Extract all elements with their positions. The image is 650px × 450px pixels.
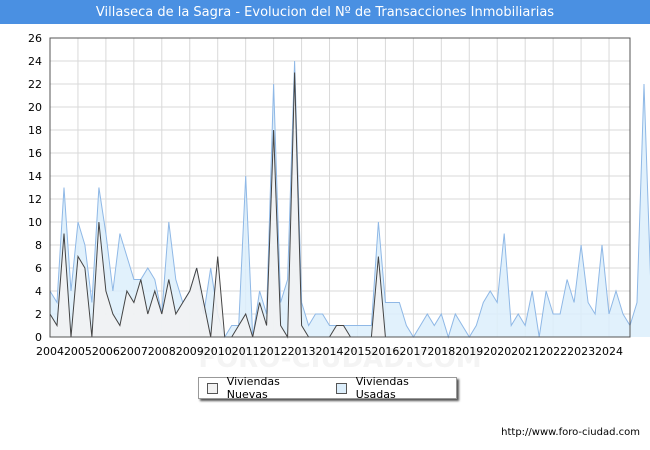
y-tick-label: 16 [28,147,42,160]
x-tick-label: 2006 [92,345,120,358]
x-tick-label: 2004 [36,345,64,358]
legend-swatch-nuevas [207,382,218,394]
y-tick-label: 2 [35,308,42,321]
footer-url: http://www.foro-ciudad.com [501,427,640,438]
legend-item-usadas: Viviendas Usadas [335,375,450,401]
x-tick-label: 2024 [595,345,623,358]
x-tick-label: 2011 [232,345,260,358]
legend-label-usadas: Viviendas Usadas [355,375,409,401]
x-tick-label: 2019 [455,345,483,358]
x-tick-label: 2015 [343,345,371,358]
x-tick-label: 2016 [371,345,399,358]
x-tick-label: 2023 [567,345,595,358]
y-tick-label: 4 [35,285,42,298]
x-tick-label: 2013 [288,345,316,358]
y-tick-label: 14 [28,170,42,183]
y-tick-label: 6 [35,262,42,275]
x-tick-label: 2008 [148,345,176,358]
legend-swatch-usadas [335,382,347,394]
y-tick-label: 20 [28,101,42,114]
y-tick-label: 8 [35,239,42,252]
y-tick-label: 12 [28,193,42,206]
x-tick-label: 2022 [539,345,567,358]
y-tick-label: 18 [28,124,42,137]
chart-frame: Villaseca de la Sagra - Evolucion del Nº… [0,0,650,450]
y-tick-label: 10 [28,216,42,229]
legend-label-nuevas: Viviendas Nuevas [226,375,280,401]
x-tick-label: 2005 [64,345,92,358]
x-tick-label: 2021 [511,345,539,358]
x-tick-label: 2009 [176,345,204,358]
x-tick-label: 2020 [483,345,511,358]
x-tick-label: 2007 [120,345,148,358]
legend: Viviendas Nuevas Viviendas Usadas [198,375,457,401]
x-tick-label: 2017 [399,345,427,358]
y-tick-label: 26 [28,32,42,45]
y-tick-label: 24 [28,55,42,68]
x-tick-label: 2014 [316,345,344,358]
x-tick-label: 2010 [204,345,232,358]
x-tick-label: 2012 [260,345,288,358]
y-tick-label: 0 [35,331,42,344]
legend-item-nuevas: Viviendas Nuevas [207,375,322,401]
x-tick-label: 2018 [427,345,455,358]
y-tick-label: 22 [28,78,42,91]
